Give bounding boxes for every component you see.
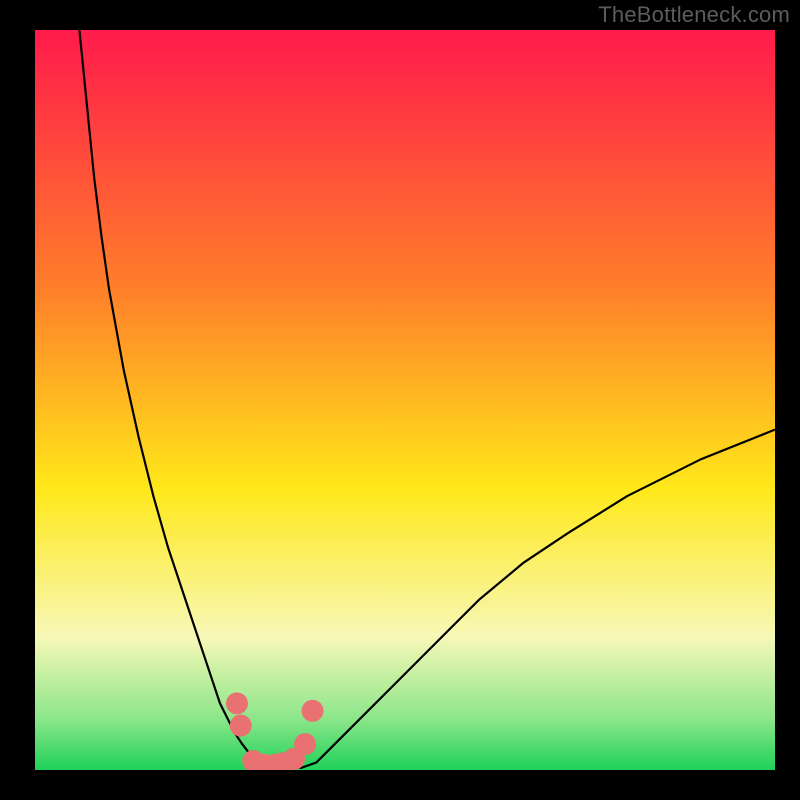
chart-frame: TheBottleneck.com [0,0,800,800]
marker-point [226,692,248,714]
marker-point [230,715,252,737]
plot-area [35,30,775,770]
marker-point [294,733,316,755]
gradient-background [35,30,775,770]
marker-point [302,700,324,722]
watermark-text: TheBottleneck.com [598,2,790,28]
chart-svg [35,30,775,770]
